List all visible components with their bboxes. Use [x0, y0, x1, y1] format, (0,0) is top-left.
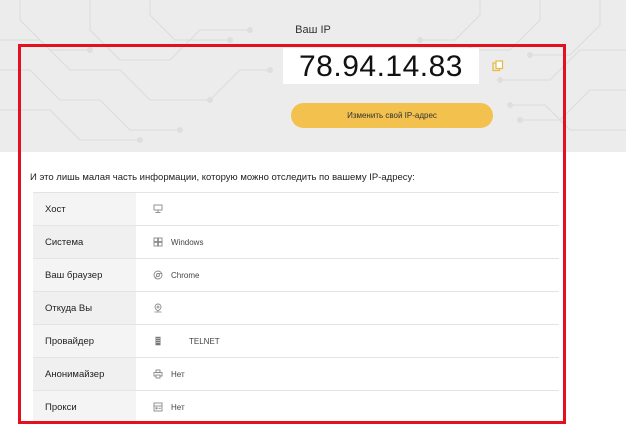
table-row: Хост — [33, 193, 559, 226]
proxy-icon — [153, 402, 163, 412]
table-row: Система Windows — [33, 226, 559, 259]
row-label: Ваш браузер — [33, 259, 136, 291]
anonymizer-value: Нет — [171, 369, 185, 379]
location-pin-icon — [154, 303, 162, 313]
row-label: Анонимайзер — [33, 358, 136, 390]
copy-icon[interactable] — [492, 60, 504, 72]
row-label: Прокси — [33, 391, 136, 423]
table-row: Анонимайзер Нет — [33, 358, 559, 391]
table-row: Прокси Нет — [33, 391, 559, 424]
info-table: Хост Система Windows Ваш браузер Chrome … — [33, 192, 559, 424]
row-label: Система — [33, 226, 136, 258]
provider-value: TELNET — [189, 336, 220, 346]
windows-icon — [153, 237, 163, 247]
chrome-icon — [153, 270, 163, 280]
table-row: Ваш браузер Chrome — [33, 259, 559, 292]
server-icon — [153, 204, 163, 213]
row-value: Нет — [136, 358, 559, 390]
hero-section: Ваш IP 78.94.14.83 Изменить свой IP-адре… — [0, 0, 626, 152]
system-value: Windows — [171, 237, 204, 247]
row-value: Windows — [136, 226, 559, 258]
info-heading: И это лишь малая часть информации, котор… — [30, 172, 415, 183]
table-row: Откуда Вы — [33, 292, 559, 325]
row-value: Chrome — [136, 259, 559, 291]
row-label: Провайдер — [33, 325, 136, 357]
printer-icon — [153, 369, 163, 379]
ip-address-display: 78.94.14.83 — [283, 48, 479, 84]
row-value: Нет — [136, 391, 559, 423]
change-ip-button[interactable]: Изменить свой IP-адрес — [291, 103, 493, 128]
row-label: Откуда Вы — [33, 292, 136, 324]
row-value: TELNET — [136, 325, 559, 357]
table-row: Провайдер TELNET — [33, 325, 559, 358]
row-value — [136, 292, 559, 324]
proxy-value: Нет — [171, 402, 185, 412]
building-icon — [155, 336, 161, 346]
browser-value: Chrome — [171, 270, 200, 280]
row-value — [136, 193, 559, 225]
row-label: Хост — [33, 193, 136, 225]
page-title: Ваш IP — [295, 24, 331, 36]
